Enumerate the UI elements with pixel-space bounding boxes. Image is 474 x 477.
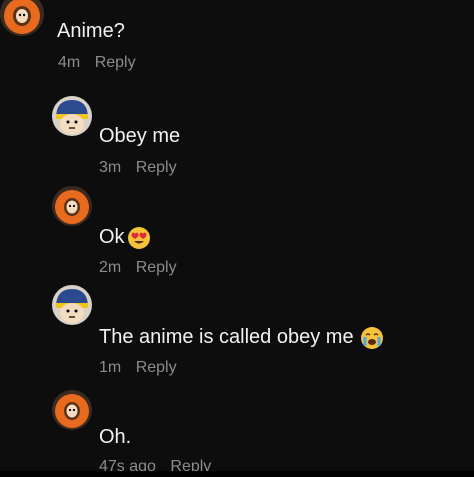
kenny-avatar-icon (0, 0, 44, 36)
comment-time: 1m (99, 359, 122, 376)
comment-time: 4m (58, 54, 81, 71)
kenny-avatar-icon (52, 186, 92, 226)
kenny-avatar-icon (52, 390, 92, 430)
comment-text-value: The anime is called obey me (99, 326, 354, 348)
avatar[interactable] (52, 186, 92, 226)
reply-button[interactable]: Reply (136, 359, 177, 376)
comment-text: Obey me (99, 125, 181, 147)
comment-text: Anime? (57, 20, 125, 42)
avatar[interactable] (0, 0, 44, 36)
heart-eyes-emoji-icon (127, 226, 150, 249)
comment-text-value: Ok (99, 226, 125, 248)
comment-time: 3m (99, 159, 122, 176)
comment-thread: Anime? 4m Reply Obey me 3m Reply Ok 2m R… (0, 0, 474, 477)
comment-text: The anime is called obey me (99, 325, 384, 350)
comment-item: Oh. 47s ago Reply (0, 385, 474, 477)
crying-emoji-icon (360, 326, 383, 349)
comment-text: Ok (99, 225, 151, 250)
reply-button[interactable]: Reply (95, 54, 136, 71)
comment-meta: 4m Reply (58, 53, 136, 73)
avatar[interactable] (52, 285, 92, 325)
comment-meta: 1m Reply (99, 358, 177, 378)
reply-button[interactable]: Reply (136, 259, 177, 276)
craig-avatar-icon (52, 96, 92, 136)
comment-meta: 3m Reply (99, 158, 177, 178)
comment-item: Anime? 4m Reply (0, 0, 474, 80)
avatar[interactable] (52, 96, 92, 136)
craig-avatar-icon (52, 285, 92, 325)
reply-button[interactable]: Reply (136, 159, 177, 176)
comment-item: Obey me 3m Reply (0, 90, 474, 185)
comment-item: Ok 2m Reply (0, 185, 474, 285)
comment-time: 2m (99, 259, 122, 276)
comment-text: Oh. (99, 426, 132, 448)
comment-meta: 2m Reply (99, 258, 177, 278)
comment-item: The anime is called obey me 1m Reply (0, 285, 474, 385)
bottom-edge (0, 471, 474, 477)
avatar[interactable] (52, 390, 92, 430)
